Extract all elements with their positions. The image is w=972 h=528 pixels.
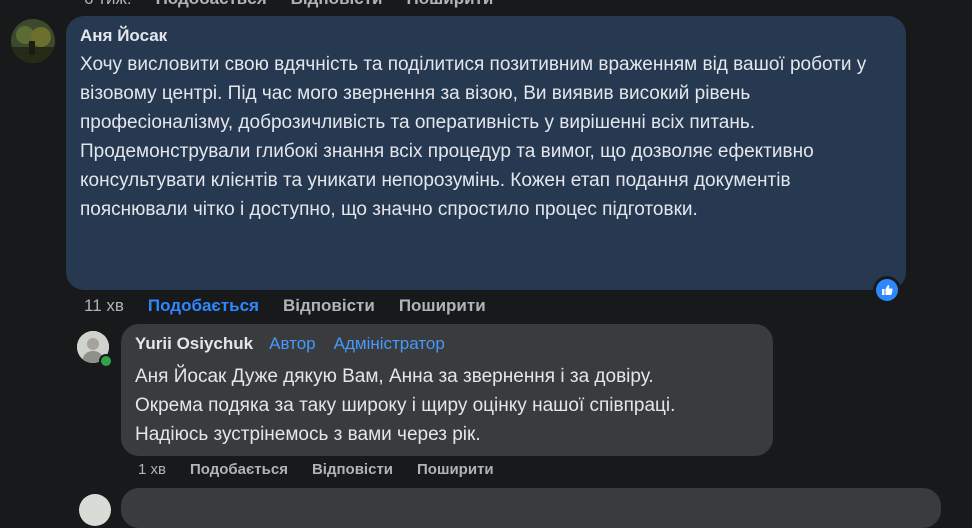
reply-author[interactable]: Yurii Osiychuk xyxy=(135,334,253,354)
previous-share-button[interactable]: Поширити xyxy=(406,0,493,9)
reply-mention[interactable]: Аня Йосак xyxy=(135,366,226,387)
comment-text: Хочу висловити свою вдячність та поділит… xyxy=(80,54,867,220)
previous-reply-button[interactable]: Відповісти xyxy=(291,0,383,9)
previous-comment-actions: 6 тиж. Подобається Відповісти Поширити xyxy=(84,0,517,9)
previous-like-button[interactable]: Подобається xyxy=(156,0,267,9)
comment-bubble-main: Аня Йосак Хочу висловити свою вдячність … xyxy=(66,16,906,290)
author-badge[interactable]: Автор xyxy=(263,332,322,356)
like-button[interactable]: Подобається xyxy=(148,296,259,316)
next-comment-avatar[interactable] xyxy=(79,494,111,526)
reply-time[interactable]: 1 хв xyxy=(138,461,166,478)
reaction-badge[interactable] xyxy=(873,276,901,304)
share-button[interactable]: Поширити xyxy=(399,296,486,316)
comment-author[interactable]: Аня Йосак xyxy=(80,26,892,46)
avatar-image-icon xyxy=(11,19,55,63)
reply-reply-button[interactable]: Відповісти xyxy=(312,461,393,478)
reply-text-block: Аня Йосак Дуже дякую Вам, Анна за зверне… xyxy=(135,362,759,449)
comment-time[interactable]: 11 хв xyxy=(84,296,124,316)
next-comment-bubble[interactable] xyxy=(121,488,941,528)
avatar[interactable] xyxy=(11,19,55,63)
reply-actions: 1 хв Подобається Відповісти Поширити xyxy=(138,461,518,478)
previous-comment-time[interactable]: 6 тиж. xyxy=(84,0,132,9)
admin-badge[interactable]: Адміністратор xyxy=(327,332,451,356)
reply-share-button[interactable]: Поширити xyxy=(417,461,494,478)
reply-button[interactable]: Відповісти xyxy=(283,296,375,316)
thumbs-up-icon xyxy=(876,279,898,301)
online-status-dot xyxy=(99,354,113,368)
reply-like-button[interactable]: Подобається xyxy=(190,461,288,478)
comment-actions: 11 хв Подобається Відповісти Поширити xyxy=(84,296,510,316)
reply-bubble: Yurii Osiychuk Автор Адміністратор Аня Й… xyxy=(121,324,773,456)
